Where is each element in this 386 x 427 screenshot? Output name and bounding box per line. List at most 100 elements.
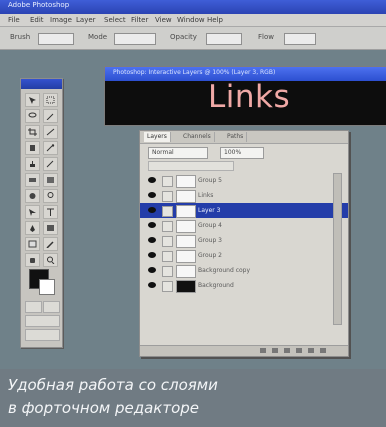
layer-row[interactable]: Group 4 [140,218,348,233]
caption-bar: Удобная работа со слоями в форточном ред… [0,369,386,427]
menu-help[interactable]: Help [207,16,223,24]
crop-tool[interactable] [25,125,40,139]
tab-channels[interactable]: Channels [180,132,215,142]
hand-tool[interactable] [25,253,40,267]
layer-row[interactable]: Links [140,188,348,203]
tab-paths[interactable]: Paths [224,132,248,142]
new-layer-icon[interactable] [308,348,314,353]
blur-tool[interactable] [25,189,40,203]
blend-mode-value: Normal [152,149,174,156]
caption-line-1: Удобная работа со слоями [8,376,218,394]
menu-layer[interactable]: Layer [76,16,96,24]
clone-stamp-tool[interactable] [25,157,40,171]
visibility-eye-icon[interactable] [148,237,156,243]
visibility-eye-icon[interactable] [148,177,156,183]
notes-tool[interactable] [25,237,40,251]
flow-field[interactable] [284,33,316,45]
menu-filter[interactable]: Filter [131,16,148,24]
move-tool[interactable] [25,93,40,107]
opacity-field[interactable] [206,33,242,45]
visibility-eye-icon[interactable] [148,207,156,213]
eyedropper-icon [46,241,54,248]
path-selection-tool[interactable] [25,205,40,219]
new-fill-icon[interactable] [296,348,302,353]
type-tool[interactable] [43,205,58,219]
new-set-icon[interactable] [284,348,290,353]
pen-tool[interactable] [25,221,40,235]
eyedropper-tool[interactable] [43,237,58,251]
magic-wand-tool[interactable] [43,109,58,123]
link-icon[interactable] [162,221,173,232]
tools-palette-titlebar [21,79,62,89]
healing-brush-tool[interactable] [25,141,40,155]
layer-row[interactable]: Group 3 [140,233,348,248]
app-title-bar: Adobe Photoshop [0,0,386,14]
layer-thumbnail [176,280,196,293]
layer-row-selected[interactable]: Layer 3 [140,203,348,218]
brush-picker[interactable] [38,33,74,45]
document-canvas[interactable]: Links [105,79,386,125]
opacity-select[interactable]: 100% [220,147,264,159]
slice-tool[interactable] [43,125,58,139]
layers-panel: Layers Channels Paths Normal 100% Group … [139,130,349,357]
link-icon[interactable] [162,281,173,292]
document-window: Photoshop: Interactive Layers @ 100% (La… [104,66,386,126]
visibility-eye-icon[interactable] [148,192,156,198]
menu-select[interactable]: Select [104,16,126,24]
layers-bottom-bar [140,345,348,356]
layers-scrollbar[interactable] [333,173,342,325]
tab-layers[interactable]: Layers [144,132,171,142]
jump-to-imageready-button[interactable] [25,329,60,341]
layer-thumbnail [176,250,196,263]
menu-image[interactable]: Image [50,16,72,24]
link-icon[interactable] [162,191,173,202]
menu-file[interactable]: File [8,16,20,24]
link-icon[interactable] [162,266,173,277]
zoom-tool[interactable] [43,253,58,267]
link-icon[interactable] [162,236,173,247]
brush-tool[interactable] [43,141,58,155]
shape-tool-icon [47,225,54,231]
layer-row[interactable]: Background copy [140,263,348,278]
layer-name: Layer 3 [198,207,221,214]
opacity-value: 100% [224,149,242,156]
link-icon[interactable] [162,176,173,187]
menu-edit[interactable]: Edit [30,16,44,24]
eraser-tool[interactable] [25,173,40,187]
layer-thumbnail [176,220,196,233]
link-icon[interactable] [162,251,173,262]
layer-row[interactable]: Background [140,278,348,293]
add-style-icon[interactable] [260,348,266,353]
add-mask-icon[interactable] [272,348,278,353]
caption-line-2: в форточном редакторе [8,399,200,417]
pen-tool-icon [30,225,35,232]
menu-window[interactable]: Window [177,16,205,24]
canvas-links-text: Links [208,79,291,115]
blend-mode-select[interactable]: Normal [148,147,208,159]
gradient-tool[interactable] [43,173,58,187]
layer-name: Background [198,282,234,289]
dodge-tool[interactable] [43,189,58,203]
visibility-eye-icon[interactable] [148,282,156,288]
lasso-tool[interactable] [25,109,40,123]
link-icon[interactable] [162,206,173,217]
visibility-eye-icon[interactable] [148,222,156,228]
path-selection-icon [29,209,36,216]
history-brush-tool[interactable] [43,157,58,171]
background-color-swatch[interactable] [39,279,55,295]
document-title: Photoshop: Interactive Layers @ 100% (La… [113,69,276,76]
layer-row[interactable]: Group 5 [140,173,348,188]
mode-select[interactable] [114,33,156,45]
layer-name: Group 4 [198,222,222,229]
visibility-eye-icon[interactable] [148,267,156,273]
quick-mask-button[interactable] [43,301,60,313]
menu-view[interactable]: View [155,16,172,24]
marquee-tool[interactable] [43,93,58,107]
layer-row[interactable]: Group 2 [140,248,348,263]
shape-tool[interactable] [43,221,58,235]
visibility-eye-icon[interactable] [148,252,156,258]
lock-options[interactable] [148,161,234,171]
standard-mode-button[interactable] [25,301,42,313]
delete-layer-icon[interactable] [320,348,326,353]
screen-mode-buttons[interactable] [25,315,60,327]
